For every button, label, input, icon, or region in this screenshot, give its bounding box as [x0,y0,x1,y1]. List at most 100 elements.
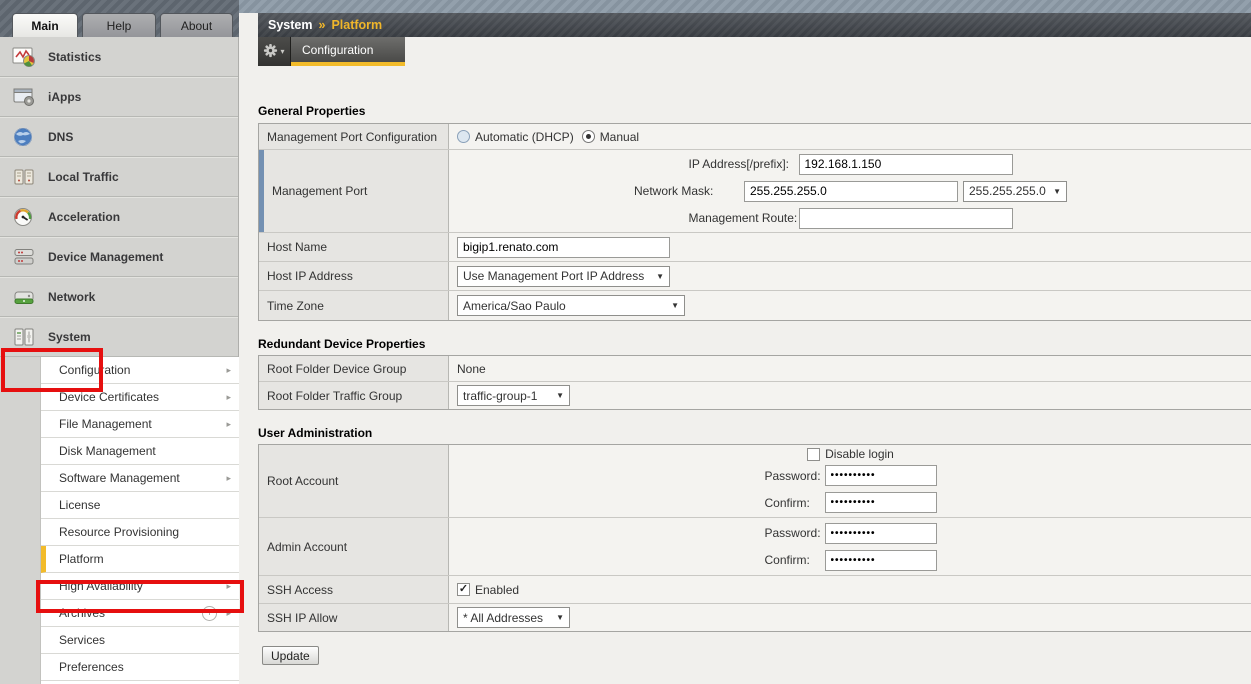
plus-icon[interactable]: + [202,606,217,621]
table-row: SSH IP Allow * All Addresses ▼ [259,604,1251,631]
sidebar-item-acceleration[interactable]: Acceleration [0,197,238,237]
row-label-ssh-access: SSH Access [259,576,449,603]
mgmt-port-config-value: Automatic (DHCP) Manual [449,124,1251,149]
sidebar-item-statistics[interactable]: Statistics [0,37,238,77]
submenu-item-license[interactable]: License [41,492,239,519]
host-name-value [449,233,1251,261]
sidebar-item-dns[interactable]: DNS [0,117,238,157]
row-label-time-zone: Time Zone [259,291,449,320]
submenu-item-preferences[interactable]: Preferences [41,654,239,681]
submenu-item-label: Software Management [59,471,180,485]
device-management-icon [12,247,38,267]
ip-address-input[interactable] [799,154,1013,175]
submenu-item-configuration[interactable]: Configuration ▸ [41,357,239,384]
tab-configuration[interactable]: Configuration [291,37,405,66]
radio-manual-label: Manual [600,130,639,144]
host-ip-select[interactable]: Use Management Port IP Address ▼ [457,266,670,287]
section-title-redundant: Redundant Device Properties [258,337,425,351]
submenu-item-label: Archives [59,606,105,620]
sidebar-item-label: DNS [48,130,73,144]
time-zone-select[interactable]: America/Sao Paulo ▼ [457,295,685,316]
row-label-admin-account: Admin Account [259,518,449,575]
main-content: General Properties Management Port Confi… [239,66,1251,684]
tab-help[interactable]: Help [82,13,156,37]
admin-password-label: Password: [765,526,825,540]
device-group-value: None [449,356,1251,381]
ssh-access-value: ✓ Enabled [449,576,1251,603]
management-port-fields: IP Address[/prefix]: Network Mask: 255.2… [449,150,1251,232]
submenu-item-label: Disk Management [59,444,156,458]
row-label-traffic-group: Root Folder Traffic Group [259,382,449,409]
table-row: SSH Access ✓ Enabled [259,576,1251,604]
breadcrumb: System » Platform [258,13,1251,37]
submenu-item-file-management[interactable]: File Management ▸ [41,411,239,438]
chevron-right-icon: ▸ [226,392,231,403]
radio-automatic-label: Automatic (DHCP) [475,130,574,144]
top-stripe-band [239,0,1251,13]
tab-help-label: Help [107,19,132,33]
table-row: Management Port IP Address[/prefix]: Net… [259,150,1251,233]
chevron-right-icon: ▸ [226,473,231,484]
update-button[interactable]: Update [262,646,319,665]
table-row: Root Account Disable login Password: Con… [259,445,1251,518]
traffic-group-value: traffic-group-1 ▼ [449,382,1251,409]
select-caret-icon: ▼ [556,613,564,622]
disable-login-checkbox[interactable] [807,448,820,461]
sidebar-item-label: Local Traffic [48,170,119,184]
tab-about-label: About [181,19,212,33]
system-icon [12,327,38,347]
submenu-item-high-availability[interactable]: High Availability ▸ [41,573,239,600]
user-administration-table: Root Account Disable login Password: Con… [258,444,1251,632]
radio-automatic-dhcp[interactable] [457,130,470,143]
sidebar: Statistics iApps DNS [0,37,239,684]
network-icon [12,287,38,307]
admin-confirm-input[interactable] [825,550,937,571]
submenu-item-device-certificates[interactable]: Device Certificates ▸ [41,384,239,411]
ssh-ip-allow-select[interactable]: * All Addresses ▼ [457,607,570,628]
admin-password-input[interactable] [825,523,937,544]
select-caret-icon: ▼ [656,272,664,281]
sidebar-item-label: System [48,330,91,344]
network-mask-select[interactable]: 255.255.255.0 ▼ [963,181,1067,202]
row-label-device-group: Root Folder Device Group [259,356,449,381]
ip-address-label: IP Address[/prefix]: [689,157,799,171]
sidebar-item-label: iApps [48,90,81,104]
breadcrumb-section: System [268,18,312,32]
submenu-item-software-management[interactable]: Software Management ▸ [41,465,239,492]
sidebar-item-network[interactable]: Network [0,277,238,317]
host-name-input[interactable] [457,237,670,258]
network-mask-input[interactable] [744,181,958,202]
row-label-host-ip: Host IP Address [259,262,449,290]
tab-main[interactable]: Main [12,13,78,37]
gear-menu-button[interactable]: ▾ [258,37,291,66]
submenu-item-resource-provisioning[interactable]: Resource Provisioning [41,519,239,546]
management-route-label: Management Route: [689,211,799,225]
submenu-item-archives[interactable]: Archives + ▸ [41,600,239,627]
sidebar-item-label: Network [48,290,95,304]
traffic-group-select[interactable]: traffic-group-1 ▼ [457,385,570,406]
row-label-root-account: Root Account [259,445,449,517]
submenu-item-platform[interactable]: Platform [41,546,239,573]
sidebar-item-label: Acceleration [48,210,120,224]
sidebar-item-device-management[interactable]: Device Management [0,237,238,277]
management-route-input[interactable] [799,208,1013,229]
table-row: Host Name [259,233,1251,262]
sidebar-item-local-traffic[interactable]: Local Traffic [0,157,238,197]
tab-about[interactable]: About [160,13,233,37]
tab-configuration-label: Configuration [302,43,373,57]
submenu-item-label: Platform [59,552,104,566]
ssh-enabled-checkbox[interactable]: ✓ [457,583,470,596]
radio-manual[interactable] [582,130,595,143]
gear-icon [263,43,278,61]
submenu-item-label: Resource Provisioning [59,525,179,539]
submenu-item-services[interactable]: Services [41,627,239,654]
sidebar-item-system[interactable]: System [0,317,238,357]
submenu-item-label: Device Certificates [59,390,159,404]
general-properties-table: Management Port Configuration Automatic … [258,123,1251,321]
root-confirm-input[interactable] [825,492,937,513]
admin-account-fields: Password: Confirm: [449,518,1251,575]
root-password-input[interactable] [825,465,937,486]
sidebar-item-iapps[interactable]: iApps [0,77,238,117]
acceleration-icon [12,207,38,227]
submenu-item-disk-management[interactable]: Disk Management [41,438,239,465]
